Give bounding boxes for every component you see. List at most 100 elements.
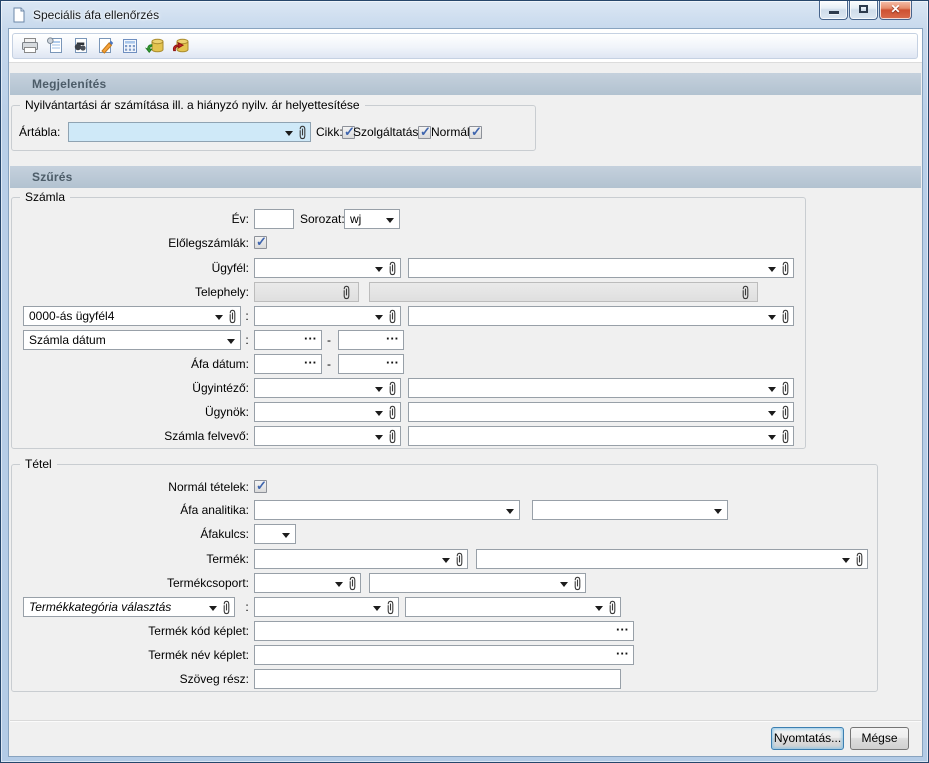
chevron-down-icon[interactable] xyxy=(768,411,776,416)
chevron-down-icon[interactable] xyxy=(442,558,450,563)
calculator-icon[interactable] xyxy=(118,35,141,57)
telephely-name-field[interactable] xyxy=(369,282,758,302)
szolgaltatas-checkbox[interactable] xyxy=(418,126,431,139)
date-to-input[interactable] xyxy=(338,330,404,350)
chevron-down-icon[interactable] xyxy=(375,435,383,440)
normal-tetelek-checkbox[interactable] xyxy=(254,480,267,493)
paperclip-icon[interactable] xyxy=(221,600,232,615)
print-icon[interactable] xyxy=(18,35,41,57)
normal-checkbox[interactable] xyxy=(469,126,482,139)
paperclip-icon[interactable] xyxy=(454,552,465,567)
ugyfel-code-combo[interactable] xyxy=(254,258,401,278)
chevron-down-icon[interactable] xyxy=(373,606,381,611)
chevron-down-icon[interactable] xyxy=(768,315,776,320)
chevron-down-icon[interactable] xyxy=(768,435,776,440)
termekcsoport-code-combo[interactable] xyxy=(254,573,361,593)
print-button[interactable]: Nyomtatás... xyxy=(771,727,844,750)
eloleg-checkbox[interactable] xyxy=(254,236,267,249)
chevron-down-icon[interactable] xyxy=(282,533,290,538)
minimize-button[interactable] xyxy=(819,1,848,20)
restore-button[interactable] xyxy=(849,1,878,20)
paperclip-icon[interactable] xyxy=(572,576,583,591)
chevron-down-icon[interactable] xyxy=(842,558,850,563)
termek-kod-keplet-input[interactable] xyxy=(254,621,634,641)
termek-nev-keplet-input[interactable] xyxy=(254,645,634,665)
ellipsis-button[interactable] xyxy=(302,332,319,348)
termekkategoria-name-combo[interactable] xyxy=(405,597,621,617)
chevron-down-icon[interactable] xyxy=(768,267,776,272)
paperclip-icon[interactable] xyxy=(607,600,618,615)
customer-filter-code-combo[interactable] xyxy=(254,306,401,326)
telephely-code-field[interactable] xyxy=(254,282,359,302)
ellipsis-button[interactable] xyxy=(614,647,631,663)
chevron-down-icon[interactable] xyxy=(768,387,776,392)
preview-icon[interactable] xyxy=(43,35,66,57)
chevron-down-icon[interactable] xyxy=(375,411,383,416)
document-view-icon[interactable] xyxy=(68,35,91,57)
paperclip-icon[interactable] xyxy=(347,576,358,591)
database-refresh-icon[interactable] xyxy=(143,35,166,57)
chevron-down-icon[interactable] xyxy=(560,582,568,587)
chevron-down-icon[interactable] xyxy=(209,606,217,611)
ugynok-code-combo[interactable] xyxy=(254,402,401,422)
ellipsis-button[interactable] xyxy=(302,356,319,372)
paperclip-icon[interactable] xyxy=(387,429,398,444)
ugyintezo-code-combo[interactable] xyxy=(254,378,401,398)
chevron-down-icon[interactable] xyxy=(714,509,722,514)
chevron-down-icon[interactable] xyxy=(595,606,603,611)
ellipsis-button[interactable] xyxy=(384,356,401,372)
paperclip-icon[interactable] xyxy=(740,285,751,300)
customer-filter-combo[interactable]: 0000-ás ügyfél4 xyxy=(23,306,241,326)
termekkategoria-combo[interactable]: Termékkategória választás xyxy=(23,597,235,617)
customer-filter-name-combo[interactable] xyxy=(408,306,794,326)
chevron-down-icon[interactable] xyxy=(386,218,394,223)
afa-analitika-combo[interactable] xyxy=(254,500,520,520)
chevron-down-icon[interactable] xyxy=(375,267,383,272)
afakulcs-combo[interactable] xyxy=(254,524,296,544)
paperclip-icon[interactable] xyxy=(780,405,791,420)
paperclip-icon[interactable] xyxy=(387,309,398,324)
paperclip-icon[interactable] xyxy=(854,552,865,567)
szamla-felvevo-name-combo[interactable] xyxy=(408,426,794,446)
afa-analitika-combo-2[interactable] xyxy=(532,500,728,520)
artabla-combo[interactable] xyxy=(68,122,311,142)
ellipsis-button[interactable] xyxy=(614,623,631,639)
ugyintezo-name-combo[interactable] xyxy=(408,378,794,398)
szoveg-resz-input[interactable] xyxy=(254,669,621,689)
chevron-down-icon[interactable] xyxy=(227,339,235,344)
paperclip-icon[interactable] xyxy=(387,261,398,276)
chevron-down-icon[interactable] xyxy=(215,315,223,320)
ugyfel-name-combo[interactable] xyxy=(408,258,794,278)
edit-icon[interactable] xyxy=(93,35,116,57)
paperclip-icon[interactable] xyxy=(780,309,791,324)
paperclip-icon[interactable] xyxy=(341,285,352,300)
chevron-down-icon[interactable] xyxy=(375,387,383,392)
title-bar[interactable]: Speciális áfa ellenőrzés xyxy=(1,1,928,29)
termekkategoria-code-combo[interactable] xyxy=(254,597,399,617)
date-filter-combo[interactable]: Számla dátum xyxy=(23,330,241,350)
paperclip-icon[interactable] xyxy=(387,381,398,396)
ugynok-name-combo[interactable] xyxy=(408,402,794,422)
close-button[interactable] xyxy=(879,1,912,20)
paperclip-icon[interactable] xyxy=(780,261,791,276)
szamla-felvevo-code-combo[interactable] xyxy=(254,426,401,446)
database-rollback-icon[interactable] xyxy=(168,35,191,57)
paperclip-icon[interactable] xyxy=(387,405,398,420)
chevron-down-icon[interactable] xyxy=(285,131,293,136)
ellipsis-button[interactable] xyxy=(384,332,401,348)
termek-code-combo[interactable] xyxy=(254,549,468,569)
chevron-down-icon[interactable] xyxy=(375,315,383,320)
termekcsoport-name-combo[interactable] xyxy=(369,573,586,593)
chevron-down-icon[interactable] xyxy=(506,509,514,514)
cancel-button[interactable]: Mégse xyxy=(850,727,909,750)
paperclip-icon[interactable] xyxy=(780,429,791,444)
paperclip-icon[interactable] xyxy=(385,600,396,615)
paperclip-icon[interactable] xyxy=(297,125,308,140)
afa-date-to-input[interactable] xyxy=(338,354,404,374)
afa-date-from-input[interactable] xyxy=(254,354,322,374)
date-from-input[interactable] xyxy=(254,330,322,350)
paperclip-icon[interactable] xyxy=(780,381,791,396)
termek-name-combo[interactable] xyxy=(476,549,868,569)
sorozat-combo[interactable]: wj xyxy=(344,209,400,229)
ev-input[interactable] xyxy=(254,209,294,229)
